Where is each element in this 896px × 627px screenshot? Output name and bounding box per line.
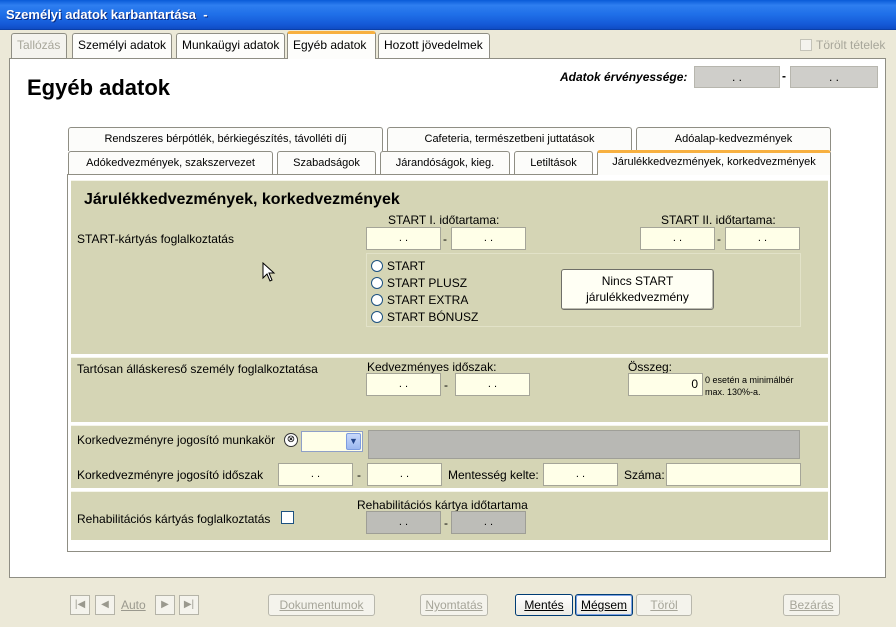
first-record-icon[interactable]: |◀: [70, 595, 90, 615]
section-title: Járulékkedvezmények, korkedvezmények: [84, 191, 400, 208]
subtab-szabadsagok[interactable]: Szabadságok: [277, 151, 376, 175]
rehab-to-field: . .: [451, 511, 526, 534]
jobseeker-to-field[interactable]: . .: [455, 373, 530, 396]
amount-note-line-1: 0 esetén a minimálbér: [705, 375, 794, 385]
cancel-button[interactable]: Mégsem: [575, 594, 633, 616]
rehab-checkbox[interactable]: [281, 511, 294, 524]
start2-from-field[interactable]: . .: [640, 227, 715, 250]
amount-label: Összeg:: [628, 360, 673, 374]
radio-label: START: [387, 259, 426, 273]
start1-period-label: START I. időtartama:: [388, 213, 500, 227]
close-label: Bezárás: [789, 598, 834, 612]
number-field[interactable]: [666, 463, 801, 486]
next-record-icon[interactable]: ▶: [155, 595, 175, 615]
amount-field[interactable]: 0: [628, 373, 703, 396]
dash: -: [444, 516, 448, 530]
chevron-down-icon[interactable]: ▼: [346, 433, 361, 450]
radio-circle: [371, 311, 383, 323]
early-retirement-period-label: Korkedvezményre jogosító időszak: [77, 468, 264, 482]
tab-munkaugyi-adatok[interactable]: Munkaügyi adatok: [176, 33, 285, 58]
radio-label: START EXTRA: [387, 293, 469, 307]
early-retirement-to-field[interactable]: . .: [367, 463, 442, 486]
save-button[interactable]: Mentés: [515, 594, 573, 616]
radio-start-plusz[interactable]: START PLUSZ: [371, 276, 467, 290]
print-button[interactable]: Nyomtatás: [420, 594, 488, 616]
start2-period-label: START II. időtartama:: [661, 213, 776, 227]
delete-label: Töröl: [650, 598, 678, 612]
radio-start-extra[interactable]: START EXTRA: [371, 293, 468, 307]
jobseeker-label: Tartósan álláskereső személy foglalkozta…: [77, 362, 318, 376]
start1-to-field[interactable]: . .: [451, 227, 526, 250]
start2-to-field[interactable]: . .: [725, 227, 800, 250]
radio-circle: [371, 294, 383, 306]
early-retirement-from-field[interactable]: . .: [278, 463, 353, 486]
title-bar[interactable]: Személyi adatok karbantartása -: [0, 0, 896, 30]
exemption-date-field[interactable]: . .: [543, 463, 618, 486]
button-line-2: járulékkedvezmény: [586, 290, 689, 304]
subtab-jarulekkedvezmenyek[interactable]: Járulékkedvezmények, korkedvezmények: [597, 150, 831, 175]
rehab-from-field: . .: [366, 511, 441, 534]
subtab-jarandosagok[interactable]: Járandóságok, kieg.: [380, 151, 510, 175]
window-title: Személyi adatok karbantartása -: [6, 7, 208, 22]
radio-label: START PLUSZ: [387, 276, 468, 290]
documents-button[interactable]: Dokumentumok: [268, 594, 375, 616]
tab-tallozas: Tallózás: [11, 33, 67, 58]
rehab-period-label: Rehabilitációs kártya időtartama: [357, 498, 528, 512]
job-combobox[interactable]: ▼: [301, 431, 363, 452]
tab-egyeb-adatok[interactable]: Egyéb adatok: [287, 31, 376, 59]
dash: -: [357, 468, 361, 482]
number-label: Száma:: [624, 468, 665, 482]
validity-to-field[interactable]: . .: [790, 66, 878, 88]
dash: -: [717, 232, 721, 246]
button-line-1: Nincs START: [601, 274, 674, 288]
dash: -: [444, 378, 448, 392]
delete-button[interactable]: Töröl: [636, 594, 692, 616]
validity-separator: -: [782, 69, 786, 83]
start1-from-field[interactable]: . .: [366, 227, 441, 250]
page-title: Egyéb adatok: [27, 75, 171, 100]
subtab-berpotlek[interactable]: Rendszeres bérpótlék, bérkiegészítés, tá…: [68, 127, 383, 151]
exemption-date-label: Mentesség kelte:: [448, 468, 539, 482]
early-retirement-job-label: Korkedvezményre jogosító munkakör: [77, 433, 276, 447]
print-label: Nyomtatás: [425, 598, 483, 612]
deleted-items-label: Törölt tételek: [816, 38, 886, 52]
tab-hozott-jovedelmek[interactable]: Hozott jövedelmek: [378, 33, 490, 58]
rehab-label: Rehabilitációs kártyás foglalkoztatás: [77, 512, 271, 526]
discount-period-label: Kedvezményes időszak:: [367, 360, 497, 374]
radio-label: START BÓNUSZ: [387, 310, 479, 324]
checkbox-box: [800, 39, 812, 51]
subtab-adokedvezmenyek[interactable]: Adókedvezmények, szakszervezet: [68, 151, 273, 175]
validity-from-field[interactable]: . .: [694, 66, 780, 88]
prev-record-icon[interactable]: ◀: [95, 595, 115, 615]
jobseeker-from-field[interactable]: . .: [366, 373, 441, 396]
amount-note-line-2: max. 130%-a.: [705, 387, 761, 397]
last-record-icon[interactable]: ▶|: [179, 595, 199, 615]
subtab-letiltasok[interactable]: Letiltások: [514, 151, 593, 175]
amount-note: 0 esetén a minimálbér max. 130%-a.: [705, 374, 794, 398]
radio-start-bonusz[interactable]: START BÓNUSZ: [371, 310, 478, 324]
radio-start[interactable]: START: [371, 259, 425, 273]
tab-szemelyi-adatok[interactable]: Személyi adatok: [72, 33, 172, 58]
auto-label: Auto: [121, 598, 146, 612]
start-card-label: START-kártyás foglalkoztatás: [77, 232, 234, 246]
save-label: Mentés: [524, 598, 564, 612]
close-button[interactable]: Bezárás: [783, 594, 840, 616]
deleted-items-checkbox: Törölt tételek: [800, 38, 885, 52]
mouse-cursor-icon: [262, 262, 276, 282]
subtab-cafeteria[interactable]: Cafeteria, természetbeni juttatások: [387, 127, 632, 151]
documents-label: Dokumentumok: [279, 598, 364, 612]
radio-circle: [371, 277, 383, 289]
no-start-discount-button[interactable]: Nincs START járulékkedvezmény: [561, 269, 714, 310]
validity-label: Adatok érvényessége:: [560, 70, 688, 84]
subtab-adoalap-kedvezmenyek[interactable]: Adóalap-kedvezmények: [636, 127, 831, 151]
job-description-field: [368, 430, 800, 459]
cancel-label: Mégsem: [580, 598, 627, 612]
clear-icon[interactable]: ⊗: [284, 433, 298, 447]
radio-circle: [371, 260, 383, 272]
dash: -: [443, 232, 447, 246]
